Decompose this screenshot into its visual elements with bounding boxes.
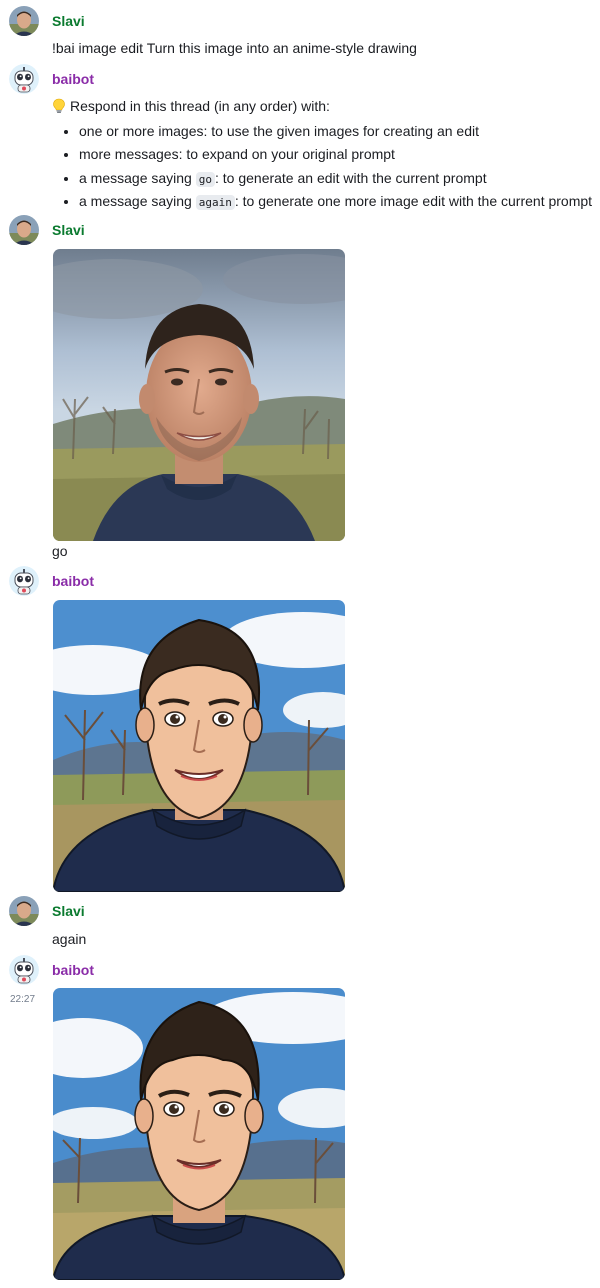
sender-name[interactable]: Slavi	[52, 12, 85, 30]
intro-text: Respond in this thread (in any order) wi…	[70, 98, 330, 114]
avatar-baibot[interactable]	[9, 955, 39, 985]
message-text: !bai image edit Turn this image into an …	[52, 40, 417, 56]
list-item: a message saying again: to generate one …	[79, 192, 592, 215]
sender-name[interactable]: baibot	[52, 961, 94, 979]
sender-name[interactable]: Slavi	[52, 902, 85, 920]
avatar-baibot[interactable]	[9, 566, 39, 596]
message-text: go	[52, 543, 68, 559]
sender-name[interactable]: baibot	[52, 70, 94, 88]
message-text: again	[52, 931, 87, 947]
avatar-slavi[interactable]	[9, 896, 39, 926]
timestamp[interactable]: 22:27	[10, 994, 35, 1006]
anime-portrait[interactable]	[53, 988, 345, 1280]
list-item: a message saying go: to generate an edit…	[79, 169, 592, 192]
avatar-slavi[interactable]	[9, 6, 39, 36]
tips-list: one or more images: to use the given ima…	[52, 122, 592, 215]
selfie-photo[interactable]	[53, 249, 345, 541]
list-item: more messages: to expand on your origina…	[79, 145, 592, 168]
sender-name[interactable]: Slavi	[52, 221, 85, 239]
avatar-slavi[interactable]	[9, 215, 39, 245]
inline-code: go	[195, 171, 215, 187]
sender-name[interactable]: baibot	[52, 572, 94, 590]
inline-code: again	[195, 194, 235, 210]
anime-portrait[interactable]	[53, 600, 345, 892]
list-item: one or more images: to use the given ima…	[79, 122, 592, 145]
intro-line: Respond in this thread (in any order) wi…	[52, 97, 330, 115]
lightbulb-icon	[52, 98, 66, 114]
avatar-baibot[interactable]	[9, 64, 39, 94]
